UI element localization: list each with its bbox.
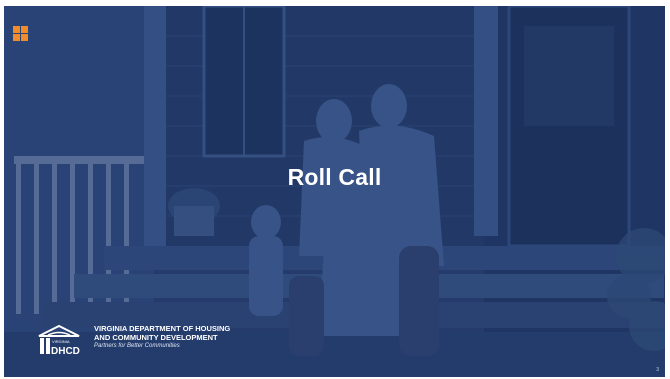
page-number: 3 — [656, 367, 659, 373]
logo-tagline: Partners for Better Communities — [94, 343, 180, 349]
logo-mark-text: DHCD — [51, 346, 80, 357]
four-square-grid-icon — [13, 26, 28, 41]
dhcd-logo-icon: VIRGINIA DHCD — [38, 324, 80, 357]
logo-small-label: VIRGINIA — [52, 339, 70, 344]
logo-line-1: VIRGINIA DEPARTMENT OF HOUSING — [94, 324, 231, 333]
dhcd-logo: VIRGINIA DHCD VIRGINIA DEPARTMENT OF HOU… — [36, 322, 266, 360]
slide: Roll Call VIRGINIA DHCD VIRGINIA DEPARTM… — [4, 6, 665, 377]
slide-title: Roll Call — [287, 164, 382, 190]
logo-line-2: AND COMMUNITY DEVELOPMENT — [94, 333, 218, 342]
